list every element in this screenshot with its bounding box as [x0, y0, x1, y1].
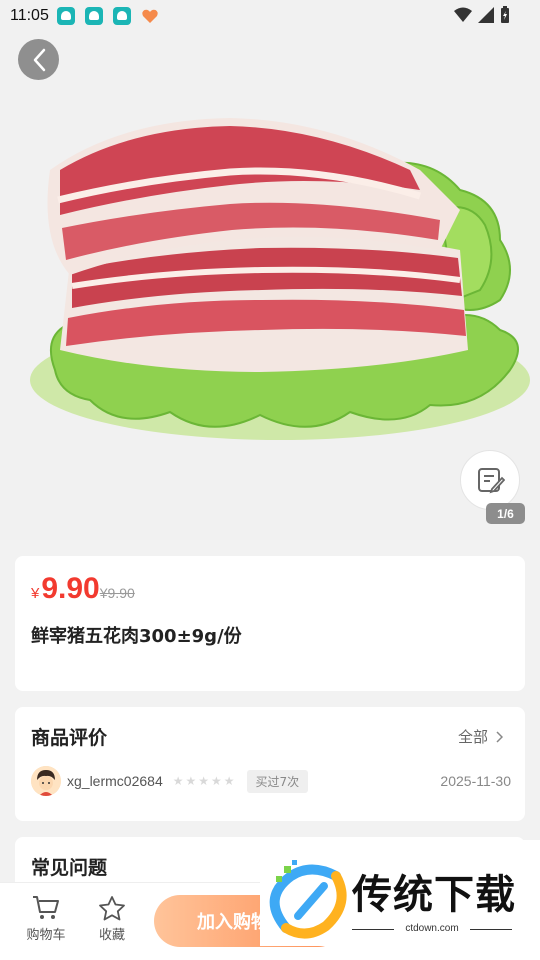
reviews-title: 商品评价: [31, 727, 108, 749]
gallery-page-indicator: 1/6: [486, 503, 525, 524]
cart-tab-label: 购物车: [26, 928, 66, 943]
watermark-title: 传统下载: [352, 872, 516, 918]
battery-icon: [501, 6, 509, 23]
back-button[interactable]: [18, 39, 59, 80]
product-image-gallery[interactable]: 1/6: [0, 0, 540, 540]
watermark-url: ctdown.com: [352, 923, 512, 934]
shopping-cart-icon: [33, 896, 59, 919]
watermark-overlay: 传统下载 ctdown.com: [260, 840, 540, 946]
status-bar: 11:05: [0, 0, 540, 32]
chevron-right-icon: [496, 730, 503, 743]
status-time: 11:05: [10, 7, 49, 24]
wifi-icon: [454, 7, 472, 22]
all-reviews-label: 全部: [457, 728, 488, 746]
feedback-edit-button[interactable]: [460, 450, 520, 510]
chevron-left-icon: [33, 48, 45, 71]
review-item[interactable]: xg_lermc02684 ★★★★★ 买过7次 2025-11-30: [31, 765, 511, 797]
heart-notification-icon: [141, 7, 159, 25]
edit-note-icon: [478, 468, 505, 494]
original-price: ¥9.90: [99, 585, 135, 601]
price-card: ¥ 9.90 ¥9.90 鲜宰猪五花肉300±9g/份: [15, 556, 525, 691]
reviews-card: 商品评价 全部 xg_lermc02684 ★★★★★ 买过7次 2025-11…: [15, 707, 525, 821]
notification-app-icon: [56, 7, 75, 25]
all-reviews-link[interactable]: 全部: [458, 726, 503, 747]
product-image: [30, 118, 530, 440]
avatar: [31, 766, 61, 796]
rating-stars: ★★★★★: [172, 774, 237, 788]
product-title: 鲜宰猪五花肉300±9g/份: [31, 626, 242, 647]
notification-app-icon: [84, 7, 103, 25]
faq-title: 常见问题: [31, 857, 108, 879]
watermark-logo: [269, 860, 347, 939]
current-price: 9.90: [41, 572, 100, 605]
favorite-tab-label: 收藏: [98, 928, 125, 943]
star-icon: [99, 896, 125, 921]
status-indicators: [454, 6, 510, 24]
signal-icon: [478, 7, 494, 23]
purchase-count-badge: 买过7次: [246, 769, 309, 793]
notification-app-icon: [112, 7, 131, 25]
currency-symbol: ¥: [31, 585, 40, 602]
cart-tab[interactable]: 购物车: [21, 895, 71, 943]
price-row: ¥ 9.90 ¥9.90: [31, 572, 135, 606]
product-detail-page: 1/6 11:05 ¥ 9.90 ¥9.90 鲜宰猪五花肉300±9g/份 商品…: [0, 0, 540, 960]
review-date: 2025-11-30: [440, 773, 511, 789]
reviewer-username: xg_lermc02684: [67, 773, 163, 789]
favorite-tab[interactable]: 收藏: [87, 895, 137, 943]
